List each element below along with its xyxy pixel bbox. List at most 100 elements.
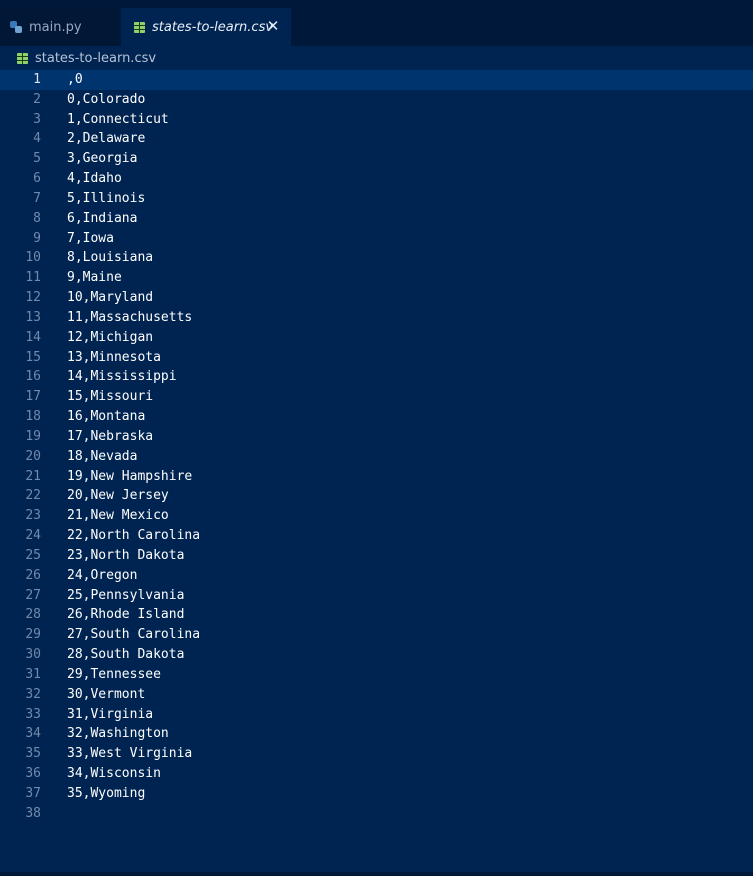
code-line[interactable]: 11 9,Maine: [0, 268, 753, 288]
breadcrumb-file[interactable]: states-to-learn.csv: [35, 51, 156, 66]
line-text[interactable]: 28,South Dakota: [67, 645, 184, 665]
code-line[interactable]: 13 11,Massachusetts: [0, 308, 753, 328]
line-text[interactable]: 8,Louisiana: [67, 248, 153, 268]
line-number: 29: [25, 627, 41, 643]
line-text[interactable]: 19,New Hampshire: [67, 467, 192, 487]
code-line[interactable]: 7 5,Illinois: [0, 189, 753, 209]
code-line[interactable]: 9 7,Iowa: [0, 229, 753, 249]
code-line[interactable]: 16 14,Mississippi: [0, 367, 753, 387]
code-line[interactable]: 32 30,Vermont: [0, 685, 753, 705]
code-line[interactable]: 4 2,Delaware: [0, 129, 753, 149]
code-line[interactable]: 36 34,Wisconsin: [0, 764, 753, 784]
line-number: 19: [25, 428, 41, 444]
code-line[interactable]: 10 8,Louisiana: [0, 248, 753, 268]
line-number: 31: [25, 666, 41, 682]
line-number: 20: [25, 448, 41, 464]
code-line[interactable]: 18 16,Montana: [0, 407, 753, 427]
line-number: 38: [25, 805, 41, 821]
code-line[interactable]: 5 3,Georgia: [0, 149, 753, 169]
line-text[interactable]: 31,Virginia: [67, 705, 153, 725]
line-text[interactable]: 23,North Dakota: [67, 546, 184, 566]
line-text[interactable]: 25,Pennsylvania: [67, 586, 184, 606]
line-text[interactable]: ,0: [67, 70, 83, 90]
line-number: 8: [33, 210, 41, 226]
line-text[interactable]: 13,Minnesota: [67, 348, 161, 368]
code-line[interactable]: 29 27,South Carolina: [0, 625, 753, 645]
code-line[interactable]: 27 25,Pennsylvania: [0, 586, 753, 606]
code-line[interactable]: 22 20,New Jersey: [0, 486, 753, 506]
line-text[interactable]: 35,Wyoming: [67, 784, 145, 804]
code-line[interactable]: 31 29,Tennessee: [0, 665, 753, 685]
line-text[interactable]: 2,Delaware: [67, 129, 145, 149]
line-number: 17: [25, 389, 41, 405]
code-line[interactable]: 23 21,New Mexico: [0, 506, 753, 526]
line-text[interactable]: 26,Rhode Island: [67, 605, 184, 625]
line-text[interactable]: 18,Nevada: [67, 447, 137, 467]
tab-main-py[interactable]: main.py: [0, 8, 120, 46]
line-text[interactable]: 0,Colorado: [67, 90, 145, 110]
line-number: 32: [25, 686, 41, 702]
code-line[interactable]: 19 17,Nebraska: [0, 427, 753, 447]
line-number: 26: [25, 567, 41, 583]
code-line[interactable]: 24 22,North Carolina: [0, 526, 753, 546]
line-number: 15: [25, 349, 41, 365]
line-text[interactable]: 29,Tennessee: [67, 665, 161, 685]
code-line[interactable]: 34 32,Washington: [0, 724, 753, 744]
code-line[interactable]: 6 4,Idaho: [0, 169, 753, 189]
code-line[interactable]: 12 10,Maryland: [0, 288, 753, 308]
line-text[interactable]: 1,Connecticut: [67, 110, 169, 130]
line-text[interactable]: 6,Indiana: [67, 209, 137, 229]
code-line[interactable]: 21 19,New Hampshire: [0, 467, 753, 487]
line-text[interactable]: 33,West Virginia: [67, 744, 192, 764]
line-number: 5: [33, 151, 41, 167]
line-text[interactable]: 17,Nebraska: [67, 427, 153, 447]
code-line[interactable]: 26 24,Oregon: [0, 566, 753, 586]
line-text[interactable]: 11,Massachusetts: [67, 308, 192, 328]
code-line[interactable]: 20 18,Nevada: [0, 447, 753, 467]
line-text[interactable]: 9,Maine: [67, 268, 122, 288]
line-number: 27: [25, 587, 41, 603]
code-line[interactable]: 8 6,Indiana: [0, 209, 753, 229]
line-text[interactable]: 3,Georgia: [67, 149, 137, 169]
code-line[interactable]: 2 0,Colorado: [0, 90, 753, 110]
line-number: 34: [25, 726, 41, 742]
code-editor[interactable]: 1,0 2 0,Colorado 3 1,Connecticut 4 2,Delaware 5…: [0, 70, 753, 870]
breadcrumb: states-to-learn.csv: [0, 46, 753, 70]
tab-states-to-learn-csv[interactable]: states-to-learn.csv ✕: [121, 8, 291, 46]
line-text[interactable]: 20,New Jersey: [67, 486, 169, 506]
code-line[interactable]: 14 12,Michigan: [0, 328, 753, 348]
code-line[interactable]: 38: [0, 804, 753, 824]
code-line[interactable]: 28 26,Rhode Island: [0, 605, 753, 625]
code-line[interactable]: 35 33,West Virginia: [0, 744, 753, 764]
line-text[interactable]: 34,Wisconsin: [67, 764, 161, 784]
code-line[interactable]: 37 35,Wyoming: [0, 784, 753, 804]
csv-file-icon: [17, 52, 28, 64]
code-line[interactable]: 3 1,Connecticut: [0, 110, 753, 130]
code-line[interactable]: 15 13,Minnesota: [0, 348, 753, 368]
line-text[interactable]: 5,Illinois: [67, 189, 145, 209]
code-line[interactable]: 1,0: [0, 70, 753, 90]
code-line[interactable]: 17 15,Missouri: [0, 387, 753, 407]
line-text[interactable]: 12,Michigan: [67, 328, 153, 348]
line-number: 7: [33, 190, 41, 206]
code-line[interactable]: 33 31,Virginia: [0, 705, 753, 725]
code-line[interactable]: 30 28,South Dakota: [0, 645, 753, 665]
line-number: 10: [25, 250, 41, 266]
line-text[interactable]: 32,Washington: [67, 724, 169, 744]
code-line[interactable]: 25 23,North Dakota: [0, 546, 753, 566]
line-text[interactable]: 4,Idaho: [67, 169, 122, 189]
line-text[interactable]: 14,Mississippi: [67, 367, 177, 387]
line-text[interactable]: 15,Missouri: [67, 387, 153, 407]
line-text[interactable]: 7,Iowa: [67, 229, 114, 249]
line-text[interactable]: 22,North Carolina: [67, 526, 200, 546]
line-number: 22: [25, 488, 41, 504]
line-text[interactable]: 10,Maryland: [67, 288, 153, 308]
line-text[interactable]: 30,Vermont: [67, 685, 145, 705]
line-number: 25: [25, 547, 41, 563]
line-text[interactable]: 16,Montana: [67, 407, 145, 427]
line-text[interactable]: 24,Oregon: [67, 566, 137, 586]
line-number: 23: [25, 508, 41, 524]
line-text[interactable]: 27,South Carolina: [67, 625, 200, 645]
line-text[interactable]: 21,New Mexico: [67, 506, 169, 526]
close-icon[interactable]: ✕: [265, 18, 281, 34]
